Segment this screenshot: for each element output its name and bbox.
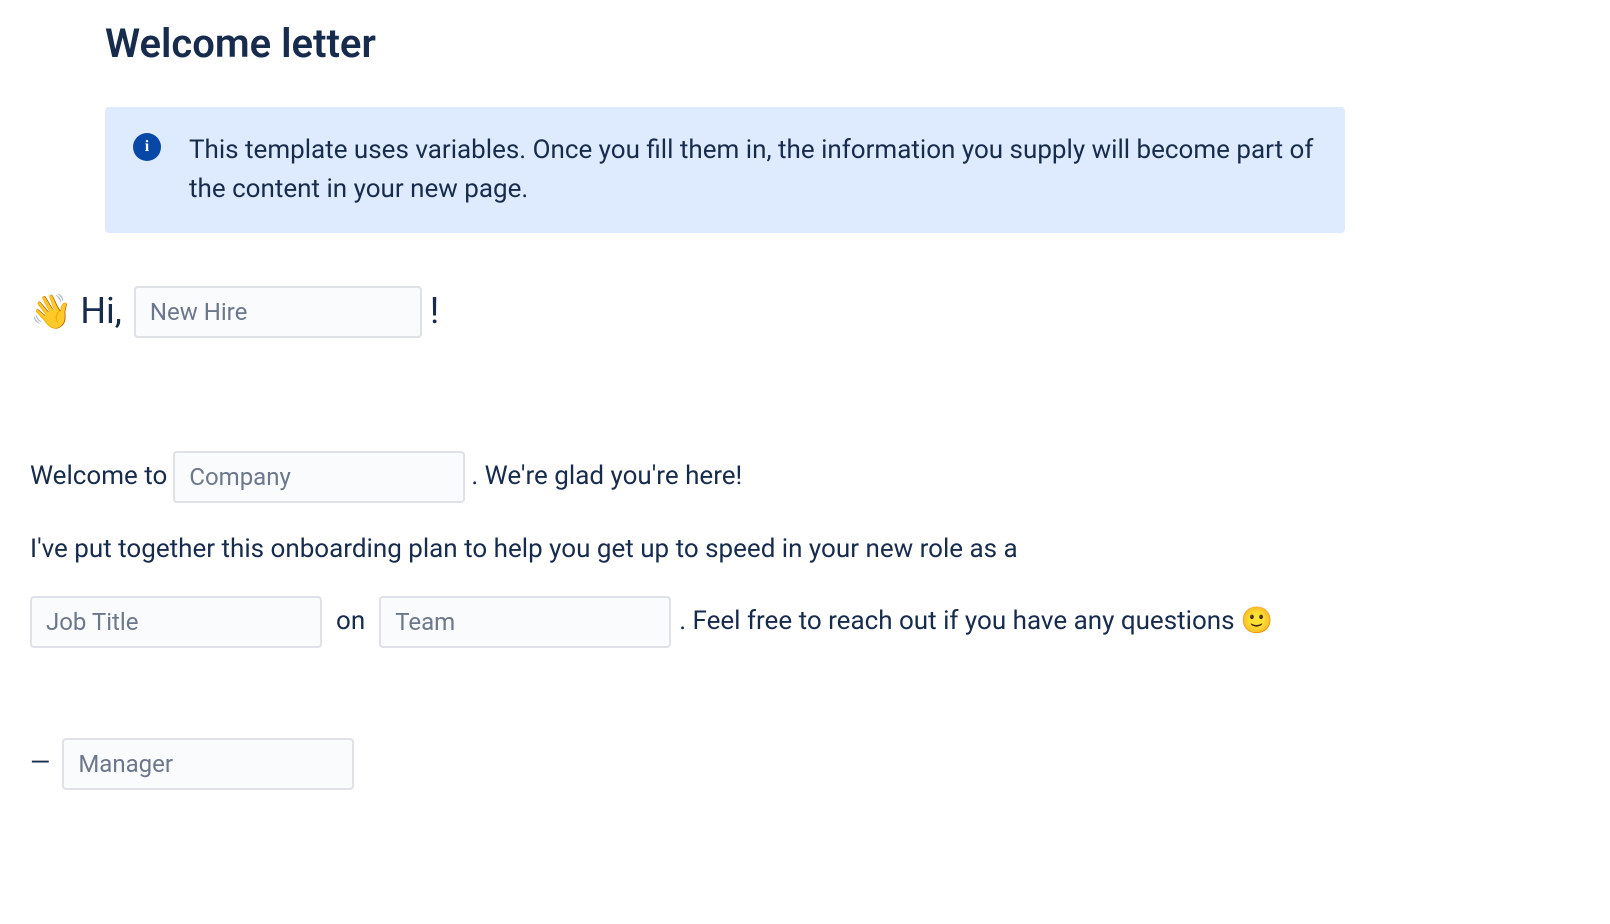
- company-input[interactable]: [173, 451, 465, 503]
- signature-dash: —: [30, 743, 48, 785]
- info-icon-glyph: i: [145, 138, 149, 156]
- new-hire-input[interactable]: [134, 286, 422, 338]
- info-panel-text: This template uses variables. Once you f…: [189, 131, 1317, 209]
- signature-line: —: [30, 738, 1580, 790]
- team-input[interactable]: [379, 596, 671, 648]
- job-title-input[interactable]: [30, 596, 322, 648]
- wave-emoji-icon: 👋: [30, 285, 72, 339]
- on-text: on: [336, 601, 365, 643]
- onboarding-line-1: I've put together this onboarding plan t…: [30, 529, 1580, 571]
- greeting-exclaim: !: [430, 283, 439, 341]
- page-title: Welcome letter: [105, 20, 1580, 67]
- manager-input[interactable]: [62, 738, 354, 790]
- welcome-suffix-text: . We're glad you're here!: [471, 456, 742, 498]
- greeting-hi-text: Hi,: [80, 283, 122, 341]
- onboarding-intro-text: I've put together this onboarding plan t…: [30, 529, 1018, 571]
- content-area: 👋 Hi, ! Welcome to . We're glad you're h…: [30, 283, 1580, 790]
- info-icon: i: [133, 133, 161, 161]
- info-panel: i This template uses variables. Once you…: [105, 107, 1345, 233]
- greeting-line: 👋 Hi, !: [30, 283, 1580, 341]
- smiley-emoji-icon: 🙂: [1241, 601, 1273, 643]
- welcome-line: Welcome to . We're glad you're here!: [30, 451, 1580, 503]
- reachout-text: . Feel free to reach out if you have any…: [679, 601, 1234, 643]
- onboarding-line-2: on . Feel free to reach out if you have …: [30, 596, 1580, 648]
- welcome-prefix-text: Welcome to: [30, 456, 167, 498]
